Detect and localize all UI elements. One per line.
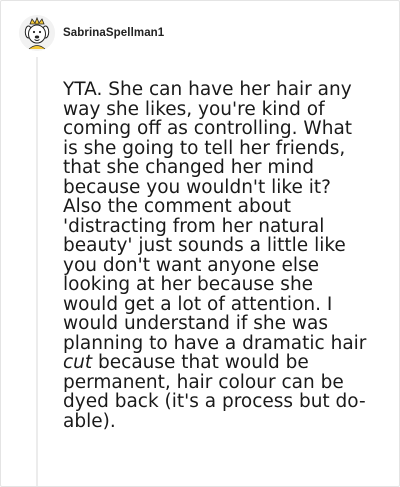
comment-text-part-1: YTA. She can have her hair any way she l… (63, 79, 367, 354)
comment-author[interactable]: SabrinaSpellman1 (63, 27, 164, 39)
comment-emphasis: cut (63, 352, 93, 373)
thread-line (36, 57, 38, 486)
comment-text-part-2: because that would be permanent, hair co… (63, 352, 366, 432)
comment-text: YTA. She can have her hair any way she l… (63, 80, 368, 431)
cartoon-dog-crown-icon (19, 15, 55, 51)
comment-card: SabrinaSpellman1 YTA. She can have her h… (0, 0, 400, 487)
avatar[interactable] (19, 15, 55, 51)
